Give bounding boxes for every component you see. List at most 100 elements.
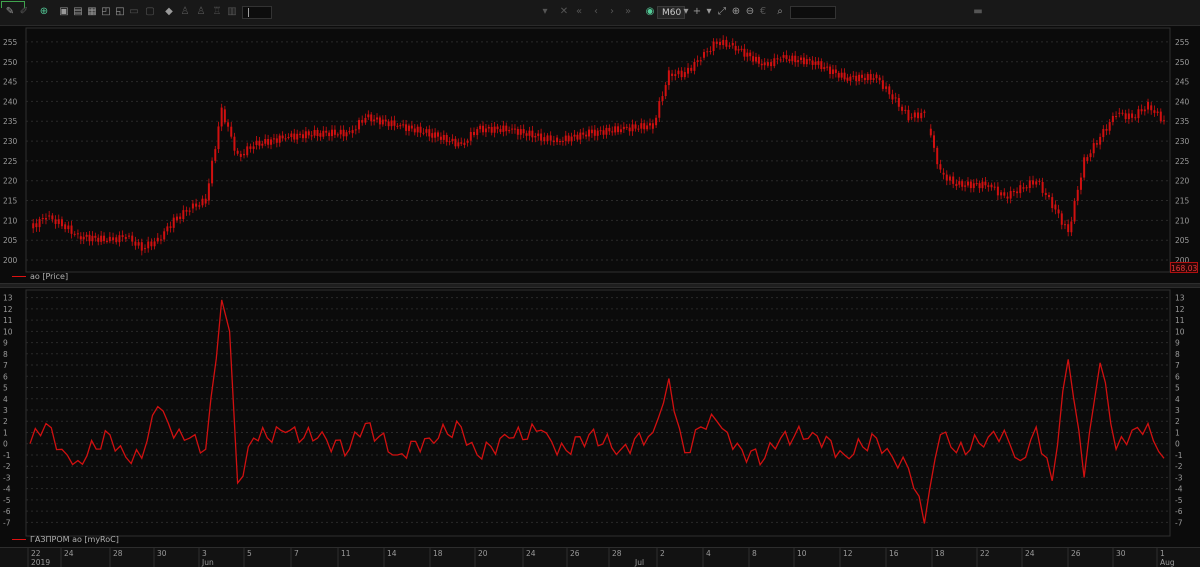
indicator-panel[interactable]: 13 13 12 12 11 11 10 10 9 9 8 8 7 7 6 6 5 5 4 4 3 3 2 2 1 1 0 0 -1 -1… — [0, 288, 1200, 547]
candle-body — [614, 126, 617, 133]
search-icon[interactable]: ⌕ — [774, 6, 786, 18]
flag-icon[interactable]: ▢ — [144, 6, 156, 18]
candle-body — [358, 120, 361, 130]
candle-body — [826, 66, 829, 68]
candle-body — [384, 119, 387, 122]
candle-body — [605, 127, 608, 135]
candle-body — [593, 129, 596, 136]
x-tick-label: 22 — [980, 549, 990, 558]
candle-body — [763, 62, 766, 66]
candle-body — [1057, 209, 1060, 214]
candle-body — [290, 133, 293, 138]
comment-icon[interactable]: ▭ — [128, 6, 140, 18]
properties-icon[interactable]: ▥ — [226, 6, 238, 18]
candle-body — [416, 126, 419, 133]
y-tick-label-left: 235 — [3, 117, 18, 126]
time-axis[interactable]: 22 24 28 30 3 5 7 11 14 18 20 24 26 28 2 4 8 10 12 16 18 22 24… — [0, 547, 1200, 567]
zoom-out-icon[interactable]: ⊖ — [744, 6, 756, 18]
prev-icon[interactable]: ‹ — [590, 6, 602, 18]
candle-body — [808, 59, 811, 61]
candle-body — [112, 237, 115, 241]
line-tool-icon[interactable]: ✎ — [4, 6, 16, 18]
candle-body — [439, 136, 442, 140]
candle-body — [1006, 196, 1009, 199]
candle-body — [304, 131, 307, 139]
y-tick-label-right: 9 — [1175, 339, 1180, 348]
x-tick-label: 11 — [341, 549, 351, 558]
candle-body — [866, 74, 869, 81]
candle-body — [351, 130, 354, 134]
candle-body — [907, 109, 910, 121]
close-icon[interactable]: ✕ — [558, 6, 570, 18]
candle-body — [249, 146, 252, 149]
crosshair-icon[interactable]: + — [691, 6, 703, 18]
candle-body — [611, 131, 614, 133]
chevron-down-icon[interactable]: ▾ — [539, 6, 551, 18]
candle-body — [487, 127, 490, 129]
indicator-icon[interactable]: ♙ — [179, 6, 191, 18]
candle-body — [1012, 191, 1015, 193]
settings-icon[interactable]: ♖ — [211, 6, 223, 18]
candle-body — [319, 133, 322, 137]
candle-body — [823, 67, 826, 70]
fit-icon[interactable]: ⤢ — [716, 6, 728, 18]
candle-body — [100, 235, 103, 242]
candle-body — [267, 138, 270, 145]
zoom-in-icon[interactable]: ⊕ — [730, 6, 742, 18]
y-tick-label-right: 8 — [1175, 350, 1180, 359]
lock-icon[interactable]: ◱ — [114, 6, 126, 18]
candle-body — [1063, 224, 1066, 226]
search-input[interactable] — [790, 6, 836, 19]
candle-body — [105, 241, 108, 243]
x-tick-label: 28 — [612, 549, 622, 558]
candle-body — [91, 235, 94, 242]
y-tick-label-right: 12 — [1175, 305, 1185, 314]
first-page-icon[interactable]: « — [573, 6, 585, 18]
candle-body — [516, 128, 519, 135]
candle-body — [731, 43, 734, 46]
y-tick-label-left: 3 — [3, 406, 8, 415]
symbol-input[interactable]: | — [242, 6, 272, 19]
candle-body — [460, 142, 463, 144]
candle-body — [264, 138, 267, 144]
candle-body — [1025, 187, 1028, 189]
candle-body — [829, 66, 832, 74]
candle-body — [558, 141, 561, 143]
y-tick-label-right: 3 — [1175, 406, 1180, 415]
candle-body — [482, 125, 485, 133]
currency-icon[interactable]: € — [757, 6, 769, 18]
candle-body — [797, 60, 800, 63]
candle-body — [1079, 177, 1082, 190]
menu-icon[interactable]: ▬ — [972, 6, 984, 18]
draw-tool-icon[interactable]: ✐ — [18, 6, 30, 18]
candle-body — [128, 235, 131, 237]
candle-body — [1153, 110, 1156, 113]
y-tick-label-right: 220 — [1175, 177, 1190, 186]
price-panel[interactable]: 255 255 250 250 245 245 240 240 235 235 230 230 225 2… — [0, 26, 1200, 284]
table-icon[interactable]: ▦ — [86, 6, 98, 18]
candle-body — [97, 237, 100, 242]
layout-icon[interactable]: ▤ — [72, 6, 84, 18]
new-window-icon[interactable]: ◰ — [100, 6, 112, 18]
candle-body — [913, 112, 916, 118]
candle-body — [996, 186, 999, 196]
next-icon[interactable]: › — [606, 6, 618, 18]
candle-body — [966, 181, 969, 186]
candle-body — [428, 129, 431, 137]
candle-body — [814, 61, 817, 65]
candle-body — [722, 39, 725, 46]
crosshair-dropdown-icon[interactable]: ▾ — [703, 6, 715, 18]
y-tick-label-right: 215 — [1175, 197, 1190, 206]
candle-body — [60, 219, 63, 227]
candle-body — [255, 140, 258, 146]
y-tick-label-left: 200 — [3, 256, 18, 265]
scale-icon[interactable]: ◆ — [163, 6, 175, 18]
candle-body — [54, 219, 57, 224]
alert-icon[interactable]: ♙ — [195, 6, 207, 18]
save-layout-icon[interactable]: ▣ — [58, 6, 70, 18]
add-chart-icon[interactable]: ⊕ — [38, 6, 50, 18]
candle-body — [1124, 113, 1127, 120]
candle-body — [693, 62, 696, 71]
candle-body — [534, 135, 537, 138]
last-page-icon[interactable]: » — [622, 6, 634, 18]
